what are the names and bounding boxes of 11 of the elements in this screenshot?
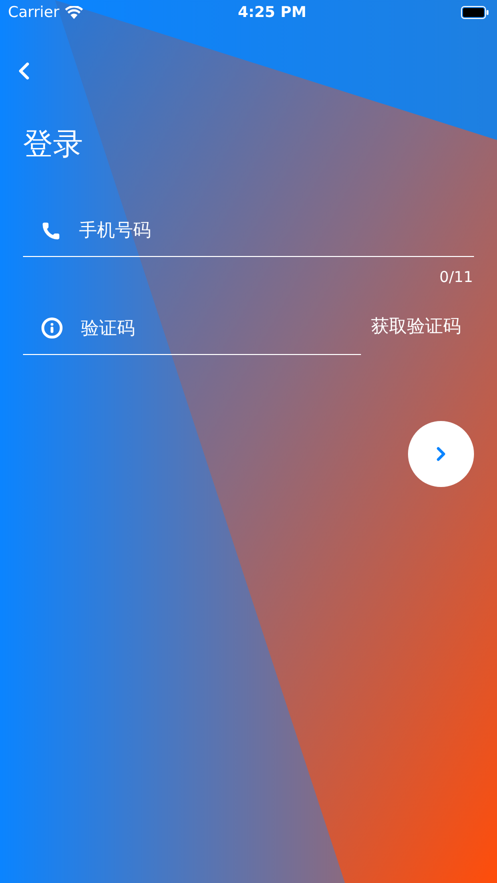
phone-icon [41,220,61,240]
character-counter: 0/11 [439,267,473,288]
code-input-field[interactable]: 验证码 [81,314,361,342]
phone-input-field[interactable]: 手机号码 [79,217,474,244]
battery-icon [460,6,489,19]
wifi-icon [65,6,84,19]
info-icon [41,317,63,339]
page-title: 登录 [23,126,84,164]
status-time: 4:25 PM [238,2,306,24]
carrier-label: Carrier [8,2,60,24]
get-code-button[interactable]: 获取验证码 [371,313,461,340]
